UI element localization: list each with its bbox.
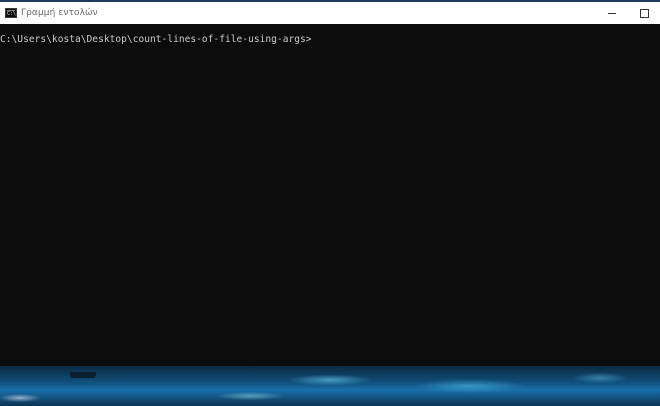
console-area[interactable]: C:\Users\kosta\Desktop\count-lines-of-fi… (0, 24, 660, 366)
desktop-wallpaper (0, 366, 660, 406)
cmd-icon-glyph: C:\ (7, 11, 17, 17)
window-controls (596, 2, 660, 24)
command-prompt[interactable]: C:\Users\kosta\Desktop\count-lines-of-fi… (0, 34, 312, 45)
maximize-button[interactable] (628, 2, 660, 24)
window-title: Γραμμή εντολών (21, 8, 98, 18)
maximize-icon (639, 8, 649, 18)
cmd-icon: C:\ (5, 8, 17, 18)
wallpaper-boat-shape (70, 372, 96, 378)
title-bar[interactable]: C:\ Γραμμή εντολών (0, 2, 660, 24)
minimize-button[interactable] (596, 2, 628, 24)
minimize-icon (608, 12, 616, 14)
